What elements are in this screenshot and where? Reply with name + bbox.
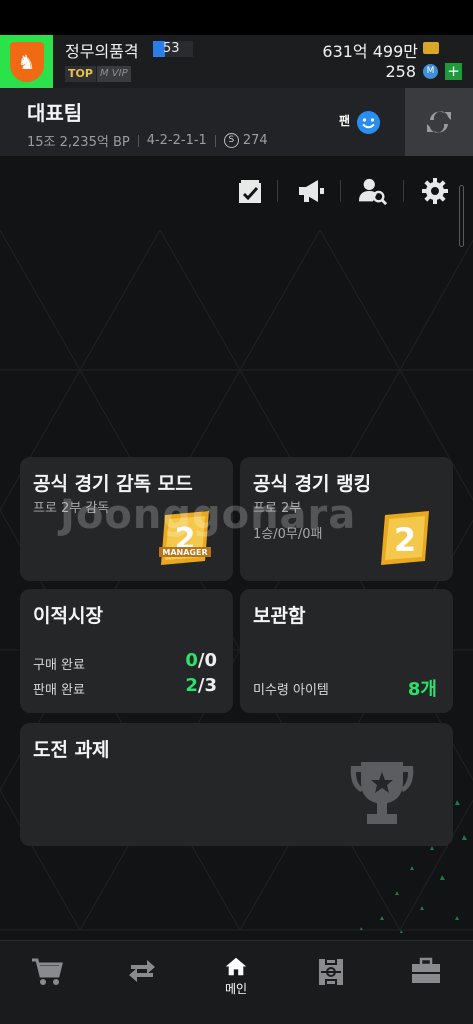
gear-icon	[422, 178, 448, 204]
unclaimed-items-count: 8개	[407, 679, 437, 700]
salary-icon: S	[223, 133, 239, 148]
divider	[340, 180, 341, 202]
divider	[277, 180, 278, 202]
pitch-icon	[319, 958, 343, 986]
badge-number: 2	[394, 521, 416, 559]
unclaimed-items-label: 미수령 아이템	[253, 683, 329, 698]
nav-shop[interactable]	[27, 957, 67, 997]
level-value: 53	[163, 41, 180, 56]
nav-home-label: 메인	[224, 982, 248, 996]
briefcase-icon	[412, 957, 440, 983]
top-tag: TOP	[65, 66, 96, 82]
nav-transfer[interactable]	[122, 957, 162, 997]
nav-squad[interactable]	[311, 957, 351, 997]
money-stack-icon	[423, 42, 439, 54]
watermark: Joonggonara	[60, 492, 357, 538]
team-name: 대표팀	[27, 101, 83, 125]
money-amount: 631억 499만	[322, 42, 418, 61]
swap-arrows-icon	[427, 111, 451, 133]
status-strip	[0, 0, 473, 35]
divider	[214, 134, 216, 147]
checklist-button[interactable]	[235, 176, 265, 206]
settings-button[interactable]	[420, 176, 450, 206]
trophy-icon	[350, 762, 414, 824]
home-icon	[225, 957, 247, 976]
card-title: 도전 과제	[33, 739, 110, 761]
swap-horizontal-icon	[129, 960, 155, 982]
coin-icon: M	[423, 64, 438, 79]
cart-icon	[32, 958, 63, 985]
club-emblem[interactable]: ♞	[0, 35, 53, 88]
nav-club[interactable]	[406, 957, 446, 997]
badge-text: MANAGER	[162, 548, 207, 557]
fan-label: 팬	[339, 114, 351, 128]
card-title: 이적시장	[33, 605, 103, 627]
buy-complete-value: 0/0	[185, 650, 217, 671]
top-bar: ♞ 정무의품격 53 TOP M VIP 631억 499만 258 M +	[0, 35, 473, 88]
search-user-button[interactable]	[358, 176, 388, 206]
megaphone-icon	[299, 180, 324, 202]
sell-complete-value: 2/3	[185, 675, 217, 696]
division-badge-icon: 2	[381, 511, 429, 565]
team-salary: 274	[242, 133, 268, 148]
team-bp: 15조 2,235억 BP	[27, 135, 130, 150]
coin-amount: 258	[385, 62, 416, 81]
sell-complete-label: 판매 완료	[33, 683, 85, 698]
storage-card[interactable]: 보관함 미수령 아이템 8개	[240, 589, 453, 713]
checklist-icon	[239, 180, 261, 203]
team-bar[interactable]: 대표팀 15조 2,235억 BP 4-2-2-1-1 S 274 팬	[0, 88, 473, 156]
card-title: 보관함	[253, 605, 306, 627]
team-formation: 4-2-2-1-1	[146, 133, 207, 148]
fan-smiley-icon[interactable]	[356, 110, 381, 135]
divider	[403, 180, 404, 202]
nav-home[interactable]: 메인	[216, 957, 256, 997]
vip-tag: M VIP	[97, 66, 131, 82]
add-coins-button[interactable]: +	[445, 63, 462, 80]
level-indicator: 53	[153, 41, 193, 57]
transfer-market-card[interactable]: 이적시장 구매 완료 0/0 판매 완료 2/3	[20, 589, 233, 713]
lion-crest-icon: ♞	[9, 41, 44, 82]
bottom-navigation: 메인	[0, 940, 473, 1024]
user-search-icon	[358, 178, 388, 206]
announcement-button[interactable]	[296, 176, 326, 206]
buy-complete-label: 구매 완료	[33, 658, 85, 673]
swap-team-button[interactable]	[405, 88, 473, 156]
player-nickname: 정무의품격	[65, 42, 139, 61]
team-meta: 15조 2,235억 BP 4-2-2-1-1 S 274	[27, 131, 268, 150]
divider	[137, 134, 139, 147]
